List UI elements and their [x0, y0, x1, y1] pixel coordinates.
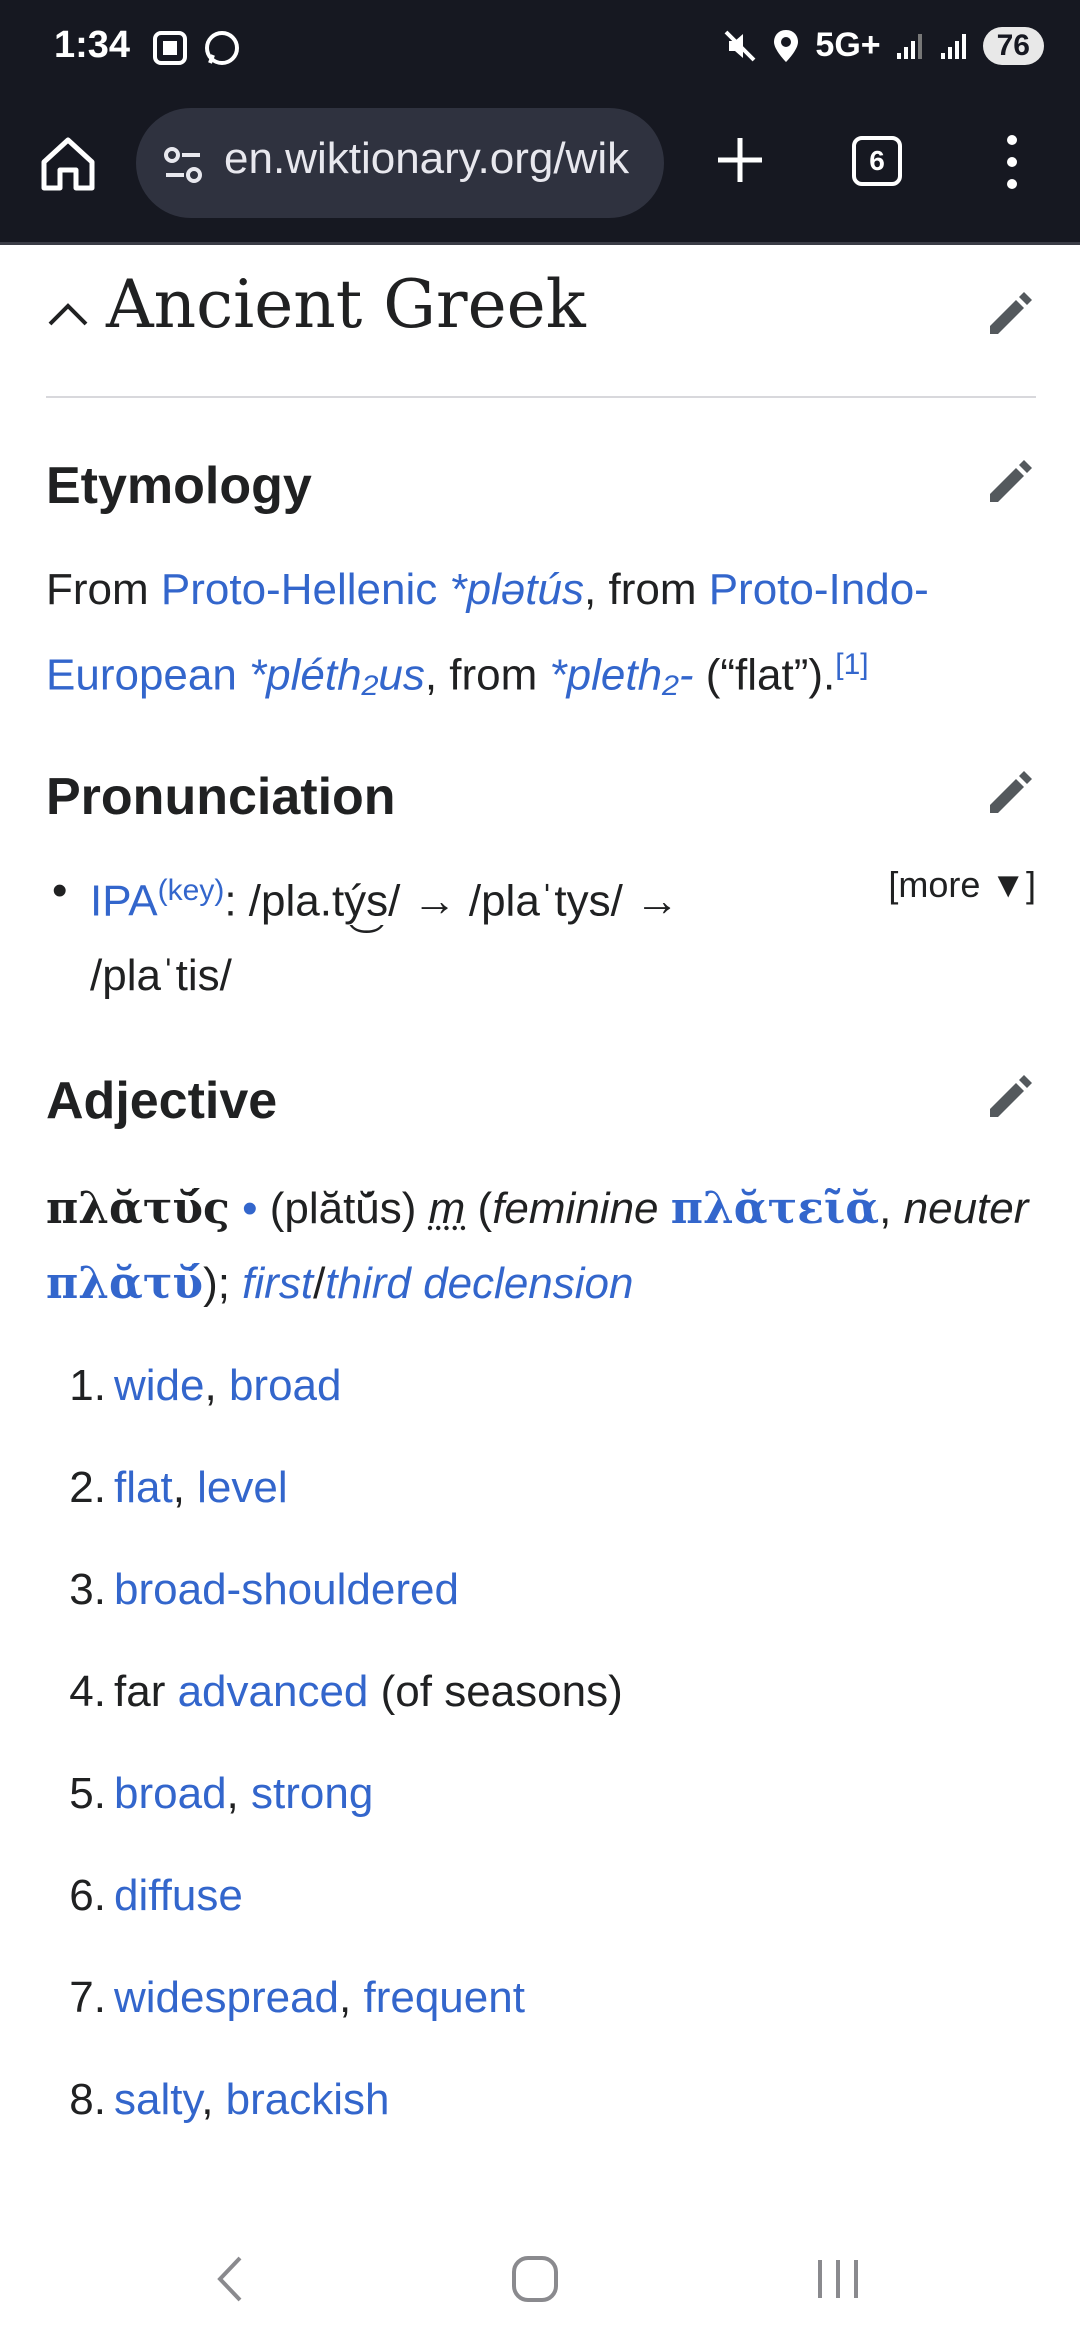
- etymon-pie-link[interactable]: *pléth₂us: [249, 651, 425, 700]
- reference-link[interactable]: [1]: [835, 648, 868, 681]
- definition-link[interactable]: diffuse: [114, 1871, 243, 1920]
- definition-number: 5.: [69, 1769, 106, 1819]
- screenshot-icon: [153, 31, 187, 65]
- browser-toolbar: en.wiktionary.org/wik 6: [0, 100, 1080, 245]
- definitions-list: 1. wide, broad 2. flat, level 3. broad-should…: [56, 1335, 1036, 2151]
- neuter-form-link[interactable]: πλᾰτῠ́: [46, 1258, 203, 1309]
- pronunciation-section: Pronunciation • IPA(key): /pla.tý͜s/ → /…: [46, 767, 1036, 1014]
- definition-link[interactable]: advanced: [178, 1667, 369, 1716]
- definition-item: 5. broad, strong: [56, 1743, 1036, 1845]
- definition-link[interactable]: flat: [114, 1463, 173, 1512]
- definition-link[interactable]: salty: [114, 2075, 201, 2124]
- whatsapp-icon: [205, 31, 239, 65]
- signal-icon-1: [896, 33, 922, 59]
- edit-icon[interactable]: [984, 767, 1036, 819]
- recents-icon[interactable]: [814, 2256, 862, 2302]
- definition-number: 1.: [69, 1361, 106, 1411]
- definition-link[interactable]: frequent: [363, 1973, 524, 2022]
- edit-icon[interactable]: [984, 1071, 1036, 1123]
- home-nav-icon[interactable]: [510, 2254, 560, 2304]
- etymology-text: From Proto-Hellenic *plətús, from Proto-…: [46, 565, 929, 700]
- adjective-section: Adjective πλᾰτῠ́ς • (plătŭ́s) m (feminin…: [46, 1071, 1036, 2151]
- language-section-header[interactable]: Ancient Greek: [46, 244, 1036, 398]
- third-declension-link[interactable]: third declension: [325, 1259, 633, 1308]
- definition-link[interactable]: broad-shouldered: [114, 1565, 459, 1614]
- transliteration: (plătŭ́s): [269, 1184, 429, 1234]
- location-icon: [774, 29, 799, 62]
- language-title: Ancient Greek: [106, 266, 586, 343]
- definition-link[interactable]: broad: [114, 1769, 227, 1818]
- status-bar: 1:34 5G+ 76: [0, 0, 1080, 100]
- definition-number: 6.: [69, 1871, 106, 1921]
- definition-text: ,: [226, 1769, 251, 1819]
- definition-link[interactable]: brackish: [226, 2075, 390, 2124]
- definition-link[interactable]: wide: [114, 1361, 205, 1410]
- definition-item: 8. salty, brackish: [56, 2049, 1036, 2151]
- signal-icon-2: [940, 33, 966, 59]
- ipa-key-link[interactable]: (key): [158, 874, 225, 907]
- definition-item: 1. wide, broad: [56, 1335, 1036, 1437]
- definition-link[interactable]: broad: [229, 1361, 342, 1410]
- ipa-link[interactable]: IPA: [90, 876, 158, 925]
- system-navigation-bar: [0, 2210, 1080, 2340]
- definition-number: 7.: [69, 1973, 106, 2023]
- proto-hellenic-link[interactable]: Proto-Hellenic: [161, 565, 437, 614]
- definition-number: 2.: [69, 1463, 106, 1513]
- page-content: Ancient Greek Etymology From Proto-Helle…: [46, 244, 1036, 2151]
- etymology-heading: Etymology: [46, 457, 312, 515]
- definition-number: 8.: [69, 2075, 106, 2125]
- definition-number: 3.: [69, 1565, 106, 1615]
- tab-count: 6: [869, 145, 885, 176]
- url-text[interactable]: en.wiktionary.org/wik: [224, 134, 629, 184]
- definition-link[interactable]: strong: [251, 1769, 373, 1818]
- url-bar[interactable]: en.wiktionary.org/wik: [136, 108, 664, 218]
- definition-text: ,: [201, 2075, 226, 2125]
- home-icon[interactable]: [36, 132, 100, 196]
- definition-text: ,: [172, 1463, 198, 1513]
- pronunciation-heading: Pronunciation: [46, 767, 396, 826]
- definition-text: (of seasons): [368, 1667, 623, 1717]
- mute-icon: [724, 30, 756, 61]
- definition-link[interactable]: level: [197, 1463, 288, 1512]
- site-settings-icon[interactable]: [160, 142, 206, 188]
- feminine-form-link[interactable]: πλᾰτεῖᾰ: [671, 1183, 879, 1234]
- back-icon[interactable]: [214, 2254, 246, 2304]
- more-menu-icon[interactable]: [1000, 130, 1024, 194]
- new-tab-icon[interactable]: [712, 132, 768, 188]
- definition-item: 4. far advanced (of seasons): [56, 1641, 1036, 1743]
- bullet: •: [52, 865, 68, 915]
- headword-line: πλᾰτῠ́ς • (plătŭ́s) m (feminine πλᾰτεῖᾰ,…: [46, 1183, 1029, 1310]
- battery-indicator: 76: [982, 26, 1044, 65]
- definition-item: 3. broad-shouldered: [56, 1539, 1036, 1641]
- more-toggle[interactable]: [more ▼]: [888, 847, 1036, 922]
- etymon-ph-link[interactable]: *plətús: [449, 565, 584, 614]
- ipa-list-item: • IPA(key): /pla.tý͜s/ → /plaˈtys/ → /pl…: [46, 853, 1036, 1014]
- status-time: 1:34: [54, 24, 131, 66]
- network-label: 5G+: [815, 26, 881, 64]
- edit-icon[interactable]: [984, 456, 1036, 508]
- definition-item: 6. diffuse: [56, 1845, 1036, 1947]
- chevron-up-icon[interactable]: [46, 292, 90, 336]
- first-declension-link[interactable]: first: [242, 1259, 313, 1308]
- definition-item: 7. widespread, frequent: [56, 1947, 1036, 2049]
- root-link[interactable]: *pleth₂-: [550, 651, 694, 700]
- definition-text: ,: [339, 1973, 364, 2023]
- edit-icon[interactable]: [984, 288, 1036, 340]
- etymology-section: Etymology From Proto-Hellenic *plətús, f…: [46, 456, 1036, 713]
- definition-item: 2. flat, level: [56, 1437, 1036, 1539]
- definition-text: far: [114, 1667, 178, 1717]
- headword: πλᾰτῠ́ς: [46, 1183, 230, 1235]
- definition-link[interactable]: widespread: [114, 1973, 339, 2022]
- gender-marker: m: [428, 1184, 466, 1234]
- tab-switcher-button[interactable]: 6: [852, 136, 902, 186]
- adjective-heading: Adjective: [46, 1072, 278, 1131]
- definition-number: 4.: [69, 1667, 106, 1717]
- definition-text: ,: [204, 1361, 229, 1411]
